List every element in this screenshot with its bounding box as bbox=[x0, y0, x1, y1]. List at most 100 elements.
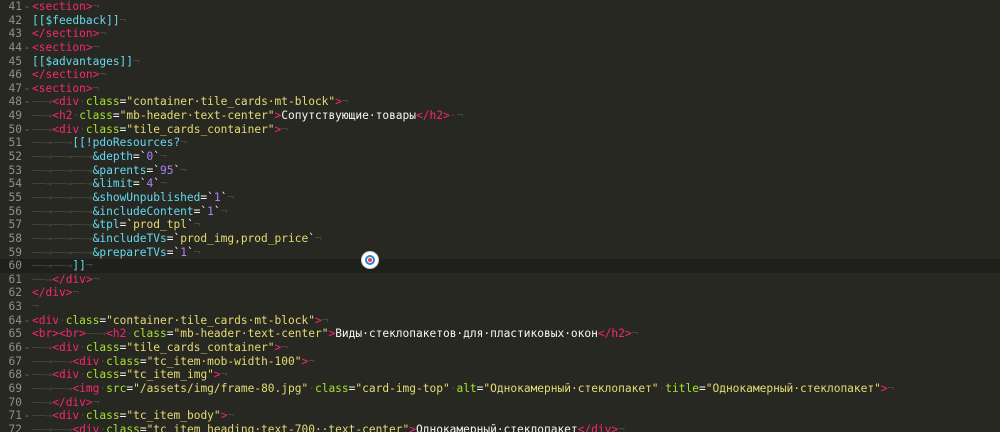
line-number[interactable]: 55 bbox=[0, 191, 22, 205]
line-number[interactable]: 60 bbox=[0, 259, 22, 273]
line-number[interactable]: 44 bbox=[0, 41, 22, 55]
code-content[interactable]: ¬ bbox=[32, 300, 1000, 314]
code-line[interactable]: 67 ——→——→<div·class="tc_item·mob-width-10… bbox=[0, 355, 1000, 369]
line-number[interactable]: 46 bbox=[0, 68, 22, 82]
code-lines[interactable]: 41- <section>¬ 42 [[$feedback]]¬ 43 </section… bbox=[0, 0, 1000, 432]
code-line[interactable]: 65 <br><br>——→<h2·class="mb-header·text-c… bbox=[0, 327, 1000, 341]
line-number[interactable]: 51 bbox=[0, 136, 22, 150]
code-content[interactable]: <br><br>——→<h2·class="mb-header·text-cen… bbox=[32, 327, 1000, 341]
code-line[interactable]: 45 [[$advantages]]¬ bbox=[0, 55, 1000, 69]
code-content[interactable]: ——→——→——→&depth=`0`¬ bbox=[32, 150, 1000, 164]
code-content[interactable]: <section>¬ bbox=[32, 0, 1000, 14]
line-number[interactable]: 45 bbox=[0, 55, 22, 69]
line-number[interactable]: 50 bbox=[0, 123, 22, 137]
fold-toggle-icon[interactable]: - bbox=[22, 82, 32, 96]
code-line[interactable]: 44- <section>¬ bbox=[0, 41, 1000, 55]
code-content[interactable]: <section>¬ bbox=[32, 41, 1000, 55]
line-number[interactable]: 66 bbox=[0, 341, 22, 355]
code-content[interactable]: <section>¬ bbox=[32, 82, 1000, 96]
code-line[interactable]: 47- <section>¬ bbox=[0, 82, 1000, 96]
code-line[interactable]: 56 ——→——→——→&includeContent=`1`¬ bbox=[0, 205, 1000, 219]
code-line[interactable]: 71- ——→<div·class="tc_item_body">¬ bbox=[0, 409, 1000, 423]
code-content[interactable]: ——→——→——→&includeContent=`1`¬ bbox=[32, 205, 1000, 219]
code-line[interactable]: 48- ——→<div·class="container·tile_cards·m… bbox=[0, 95, 1000, 109]
code-line[interactable]: 72 ——→——→<div·class="tc_item_heading·text… bbox=[0, 423, 1000, 432]
code-content[interactable]: ——→——→<div·class="tc_item_heading·text-7… bbox=[32, 423, 1000, 432]
code-line[interactable]: 62 </div>¬ bbox=[0, 286, 1000, 300]
line-number[interactable]: 47 bbox=[0, 82, 22, 96]
line-number[interactable]: 57 bbox=[0, 218, 22, 232]
fold-toggle-icon[interactable]: - bbox=[22, 123, 32, 137]
code-content[interactable]: ——→<h2·class="mb-header·text-center">Соп… bbox=[32, 109, 1000, 123]
code-content[interactable]: [[$advantages]]¬ bbox=[32, 55, 1000, 69]
line-number[interactable]: 65 bbox=[0, 327, 22, 341]
code-line[interactable]: 43 </section>¬ bbox=[0, 27, 1000, 41]
line-number[interactable]: 71 bbox=[0, 409, 22, 423]
code-line[interactable]: 57 ——→——→——→&tpl=`prod_tpl`¬ bbox=[0, 218, 1000, 232]
code-line[interactable]: 66- ——→<div·class="tile_cards_container">… bbox=[0, 341, 1000, 355]
line-number[interactable]: 64 bbox=[0, 314, 22, 328]
line-number[interactable]: 72 bbox=[0, 423, 22, 432]
code-line[interactable]: 53 ——→——→——→&parents=`95`¬ bbox=[0, 164, 1000, 178]
line-number[interactable]: 48 bbox=[0, 95, 22, 109]
line-number[interactable]: 54 bbox=[0, 177, 22, 191]
line-number[interactable]: 63 bbox=[0, 300, 22, 314]
fold-toggle-icon[interactable]: - bbox=[22, 368, 32, 382]
code-line[interactable]: 51 ——→——→[[!pdoResources?¬ bbox=[0, 136, 1000, 150]
code-content[interactable]: ——→——→<div·class="tc_item·mob-width-100"… bbox=[32, 355, 1000, 369]
code-content[interactable]: ——→<div·class="tc_item_body">¬ bbox=[32, 409, 1000, 423]
code-content[interactable]: [[$feedback]]¬ bbox=[32, 14, 1000, 28]
code-content[interactable]: </section>¬ bbox=[32, 27, 1000, 41]
code-content[interactable]: </section>¬ bbox=[32, 68, 1000, 82]
code-content[interactable]: ——→<div·class="tc_item_img">¬ bbox=[32, 368, 1000, 382]
code-content[interactable]: </div>¬ bbox=[32, 286, 1000, 300]
code-line[interactable]: 55 ——→——→——→&showUnpublished=`1`¬ bbox=[0, 191, 1000, 205]
code-line[interactable]: 52 ——→——→——→&depth=`0`¬ bbox=[0, 150, 1000, 164]
code-line[interactable]: 64- <div·class="container·tile_cards·mt-b… bbox=[0, 314, 1000, 328]
code-content[interactable]: ——→——→——→&parents=`95`¬ bbox=[32, 164, 1000, 178]
fold-toggle-icon[interactable]: - bbox=[22, 95, 32, 109]
code-line[interactable]: 41- <section>¬ bbox=[0, 0, 1000, 14]
code-line[interactable]: 70 ——→</div>¬ bbox=[0, 396, 1000, 410]
code-line[interactable]: 60 ——→——→]]¬ bbox=[0, 259, 1000, 273]
code-content[interactable]: ——→——→——→&prepareTVs=`1`¬ bbox=[32, 246, 1000, 260]
code-line[interactable]: 54 ——→——→——→&limit=`4`¬ bbox=[0, 177, 1000, 191]
code-content[interactable]: ——→——→——→&includeTVs=`prod_img,prod_pric… bbox=[32, 232, 1000, 246]
code-content[interactable]: ——→——→——→&limit=`4`¬ bbox=[32, 177, 1000, 191]
line-number[interactable]: 41 bbox=[0, 0, 22, 14]
code-editor[interactable]: 41- <section>¬ 42 [[$feedback]]¬ 43 </section… bbox=[0, 0, 1000, 432]
code-line[interactable]: 59 ——→——→——→&prepareTVs=`1`¬ bbox=[0, 246, 1000, 260]
line-number[interactable]: 62 bbox=[0, 286, 22, 300]
code-line[interactable]: 50- ——→<div·class="tile_cards_container">… bbox=[0, 123, 1000, 137]
line-number[interactable]: 59 bbox=[0, 246, 22, 260]
line-number[interactable]: 52 bbox=[0, 150, 22, 164]
fold-toggle-icon[interactable]: - bbox=[22, 41, 32, 55]
code-content[interactable]: ——→</div>¬ bbox=[32, 396, 1000, 410]
code-content[interactable]: ——→<div·class="container·tile_cards·mt-b… bbox=[32, 95, 1000, 109]
line-number[interactable]: 49 bbox=[0, 109, 22, 123]
code-line[interactable]: 61 ——→</div>¬ bbox=[0, 273, 1000, 287]
fold-toggle-icon[interactable]: - bbox=[22, 409, 32, 423]
code-line[interactable]: 63 ¬ bbox=[0, 300, 1000, 314]
code-line[interactable]: 68- ——→<div·class="tc_item_img">¬ bbox=[0, 368, 1000, 382]
code-line[interactable]: 58 ——→——→——→&includeTVs=`prod_img,prod_pr… bbox=[0, 232, 1000, 246]
code-content[interactable]: ——→</div>¬ bbox=[32, 273, 1000, 287]
fold-toggle-icon[interactable]: - bbox=[22, 341, 32, 355]
code-line[interactable]: 69 ——→——→<img · src = "/assets/img/frame-80.j… bbox=[0, 382, 1000, 396]
code-content[interactable]: <div·class="container·tile_cards·mt-bloc… bbox=[32, 314, 1000, 328]
code-line[interactable]: 49 ——→<h2·class="mb-header·text-center">С… bbox=[0, 109, 1000, 123]
code-line[interactable]: 42 [[$feedback]]¬ bbox=[0, 14, 1000, 28]
line-number[interactable]: 56 bbox=[0, 205, 22, 219]
code-content[interactable]: ——→——→<img · src = "/assets/img/frame-80.jpg… bbox=[32, 382, 1000, 396]
code-content[interactable]: ——→<div·class="tile_cards_container">¬ bbox=[32, 123, 1000, 137]
line-number[interactable]: 58 bbox=[0, 232, 22, 246]
fold-toggle-icon[interactable]: - bbox=[22, 314, 32, 328]
line-number[interactable]: 53 bbox=[0, 164, 22, 178]
fold-toggle-icon[interactable]: - bbox=[22, 0, 32, 14]
line-number[interactable]: 42 bbox=[0, 14, 22, 28]
code-content[interactable]: ——→<div·class="tile_cards_container">¬ bbox=[32, 341, 1000, 355]
code-content[interactable]: ——→——→[[!pdoResources?¬ bbox=[32, 136, 1000, 150]
line-number[interactable]: 43 bbox=[0, 27, 22, 41]
code-line[interactable]: 46 </section>¬ bbox=[0, 68, 1000, 82]
line-number[interactable]: 69 bbox=[0, 382, 22, 396]
